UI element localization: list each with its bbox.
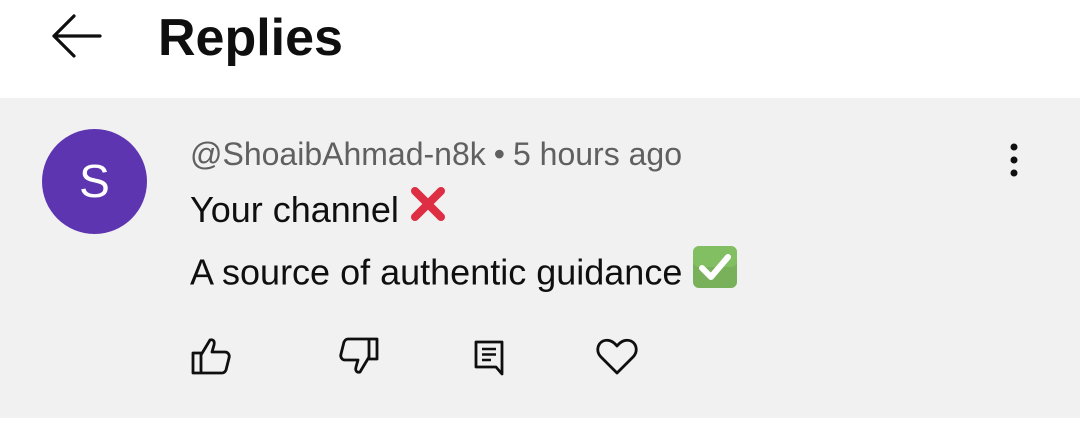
heart-button[interactable] (592, 332, 640, 380)
back-arrow-icon (52, 14, 102, 58)
thumbs-down-icon (339, 337, 379, 374)
like-button[interactable] (186, 332, 234, 380)
reply-button[interactable] (465, 332, 513, 380)
bottom-spacer (0, 418, 1080, 445)
comment-line-1-text: Your channel (190, 189, 399, 230)
comment-line-2-text: A source of authentic guidance (190, 251, 683, 293)
meta-separator: • (493, 136, 505, 172)
check-mark-button-emoji-icon (692, 245, 738, 299)
more-options-button[interactable] (990, 136, 1038, 184)
more-vertical-icon (1010, 143, 1018, 177)
author-handle[interactable]: @ShoaibAhmad-n8k (190, 136, 486, 172)
thumbs-up-icon (191, 338, 231, 375)
page-title: Replies (158, 9, 343, 67)
cross-mark-emoji-icon (409, 185, 447, 233)
top-bar: Replies (0, 0, 1080, 98)
comment-timestamp: 5 hours ago (512, 136, 682, 172)
comment-line-1: Your channel (190, 185, 447, 236)
avatar[interactable]: S (42, 129, 147, 234)
heart-icon (596, 338, 638, 375)
reply-comment-icon (474, 340, 504, 376)
comment-meta: @ShoaibAhmad-n8k • 5 hours ago (190, 134, 682, 174)
comment-line-2: A source of authentic guidance (190, 245, 738, 302)
back-button[interactable] (44, 8, 108, 64)
dislike-button[interactable] (334, 332, 382, 380)
comment-card: S @ShoaibAhmad-n8k • 5 hours ago Your chan… (0, 98, 1080, 418)
